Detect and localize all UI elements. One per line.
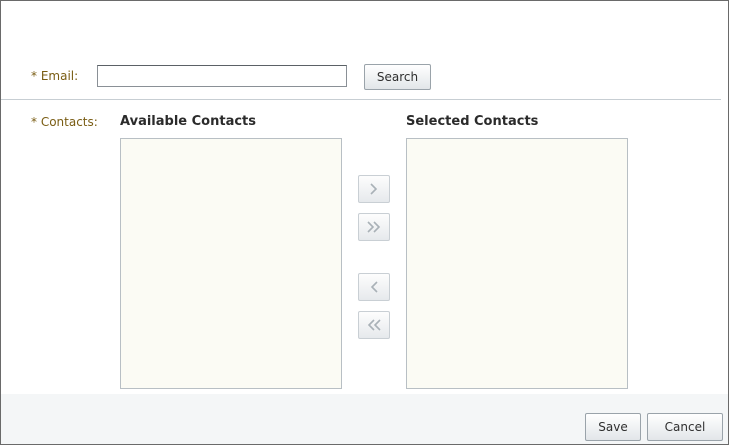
chevron-left-icon — [370, 281, 378, 293]
move-selected-button[interactable] — [358, 175, 390, 203]
selected-contacts-list[interactable] — [406, 138, 628, 389]
available-contacts-list[interactable] — [120, 138, 342, 389]
contacts-required-marker: * — [31, 115, 37, 129]
double-chevron-left-icon — [367, 319, 381, 331]
double-chevron-right-icon — [367, 221, 381, 233]
contacts-label: * Contacts: — [31, 115, 98, 129]
search-button[interactable]: Search — [364, 64, 431, 90]
selected-contacts-title: Selected Contacts — [406, 114, 539, 129]
remove-selected-button[interactable] — [358, 273, 390, 301]
contacts-label-text: Contacts: — [40, 115, 98, 129]
section-divider — [1, 99, 721, 100]
contacts-dialog: * Email: Search * Contacts: Available Co… — [0, 0, 729, 445]
available-contacts-title: Available Contacts — [120, 114, 257, 129]
email-required-marker: * — [31, 69, 37, 83]
remove-all-button[interactable] — [358, 311, 390, 339]
email-input[interactable] — [97, 65, 347, 87]
email-label: * Email: — [31, 69, 78, 83]
move-all-button[interactable] — [358, 213, 390, 241]
save-button[interactable]: Save — [585, 413, 641, 441]
chevron-right-icon — [370, 183, 378, 195]
email-label-text: Email: — [40, 69, 79, 83]
cancel-button[interactable]: Cancel — [647, 413, 723, 441]
